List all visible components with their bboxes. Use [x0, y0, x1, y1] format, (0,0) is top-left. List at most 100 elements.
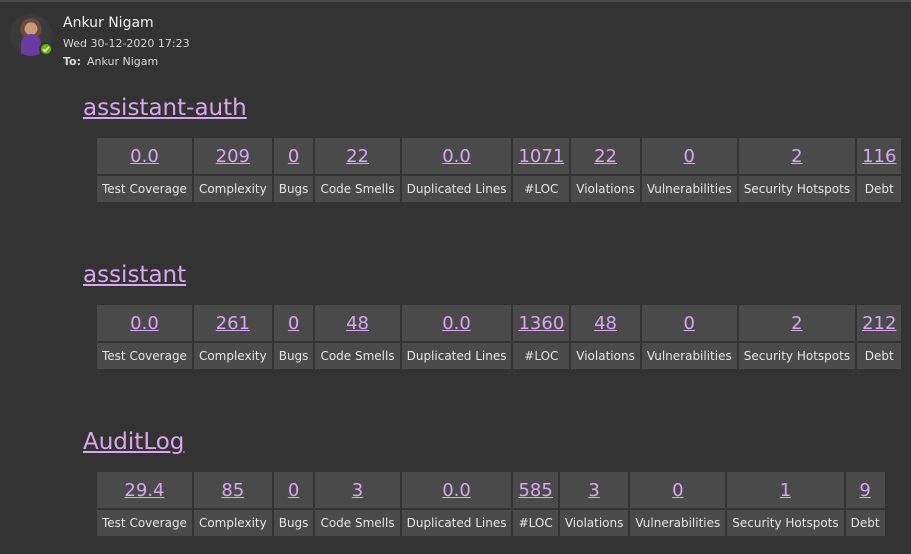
metrics-labels-row: Test Coverage Complexity Bugs Code Smell…	[97, 176, 902, 202]
violations-value-link[interactable]: 48	[594, 313, 617, 334]
bugs-value-link[interactable]: 0	[288, 313, 299, 334]
code-smells-value-link[interactable]: 48	[346, 313, 369, 334]
vulnerabilities-value-link[interactable]: 0	[684, 146, 695, 167]
code-smells-label: Code Smells	[315, 176, 400, 202]
vulnerabilities-label: Vulnerabilities	[641, 176, 737, 202]
project-title-link[interactable]: assistant-auth	[83, 92, 247, 124]
avatar-figure	[21, 34, 41, 56]
metric-value-cell: 0.0	[401, 305, 512, 341]
metrics-values-row: 0.0 209 0 22 0.0 1071 22 0 2 116	[97, 138, 902, 174]
project-section: AuditLog 29.4 85 0 3 0.0 585 3 0 1 9 Tes…	[83, 426, 903, 538]
test-coverage-value-link[interactable]: 0.0	[130, 146, 159, 167]
vulnerabilities-value-link[interactable]: 0	[684, 313, 695, 334]
project-section: assistant-auth 0.0 209 0 22 0.0 1071 22 …	[83, 92, 903, 204]
violations-label: Violations	[571, 343, 640, 369]
metric-value-cell: 85	[193, 472, 272, 508]
complexity-value-link[interactable]: 209	[216, 146, 250, 167]
test-coverage-label: Test Coverage	[97, 510, 192, 536]
security-hotspots-value-link[interactable]: 2	[791, 313, 802, 334]
complexity-label: Complexity	[193, 176, 272, 202]
metric-value-cell: 2	[738, 138, 856, 174]
duplicated-lines-value-link[interactable]: 0.0	[442, 146, 471, 167]
metric-value-cell: 0.0	[401, 472, 512, 508]
metrics-table: 0.0 209 0 22 0.0 1071 22 0 2 116 Test Co…	[95, 136, 903, 204]
bugs-value-link[interactable]: 0	[288, 480, 299, 501]
metric-value-cell: 2	[738, 305, 856, 341]
metric-value-cell: 1360	[513, 305, 570, 341]
loc-label: #LOC	[513, 510, 558, 536]
metric-value-cell: 0	[630, 472, 726, 508]
security-hotspots-value-link[interactable]: 2	[791, 146, 802, 167]
complexity-value-link[interactable]: 261	[216, 313, 250, 334]
vulnerabilities-label: Vulnerabilities	[641, 343, 737, 369]
security-hotspots-label: Security Hotspots	[727, 510, 844, 536]
metric-value-cell: 1	[727, 472, 844, 508]
metric-value-cell: 3	[559, 472, 629, 508]
metric-value-cell: 29.4	[97, 472, 192, 508]
complexity-label: Complexity	[193, 343, 272, 369]
metric-value-cell: 0	[641, 138, 737, 174]
duplicated-lines-value-link[interactable]: 0.0	[442, 313, 471, 334]
email-body: assistant-auth 0.0 209 0 22 0.0 1071 22 …	[83, 92, 903, 538]
test-coverage-value-link[interactable]: 0.0	[130, 313, 159, 334]
loc-value-link[interactable]: 1071	[518, 146, 564, 167]
metric-value-cell: 116	[857, 138, 902, 174]
violations-label: Violations	[559, 510, 629, 536]
loc-label: #LOC	[513, 176, 570, 202]
metrics-values-row: 29.4 85 0 3 0.0 585 3 0 1 9	[97, 472, 885, 508]
security-hotspots-label: Security Hotspots	[738, 176, 856, 202]
debt-label: Debt	[857, 343, 902, 369]
metric-value-cell: 48	[571, 305, 640, 341]
metric-value-cell: 0	[273, 305, 314, 341]
sent-date: Wed 30-12-2020 17:23	[63, 37, 190, 50]
test-coverage-value-link[interactable]: 29.4	[124, 480, 164, 501]
metric-value-cell: 22	[315, 138, 400, 174]
code-smells-value-link[interactable]: 3	[352, 480, 363, 501]
metric-value-cell: 0	[273, 138, 314, 174]
vulnerabilities-value-link[interactable]: 0	[672, 480, 683, 501]
metrics-values-row: 0.0 261 0 48 0.0 1360 48 0 2 212	[97, 305, 902, 341]
recipient-line: To: Ankur Nigam	[63, 55, 158, 68]
metrics-table: 0.0 261 0 48 0.0 1360 48 0 2 212 Test Co…	[95, 303, 903, 371]
metrics-labels-row: Test Coverage Complexity Bugs Code Smell…	[97, 510, 885, 536]
project-title-link[interactable]: assistant	[83, 259, 186, 291]
metric-value-cell: 212	[857, 305, 902, 341]
sender-name[interactable]: Ankur Nigam	[63, 15, 154, 31]
debt-value-link[interactable]: 212	[862, 313, 896, 334]
violations-value-link[interactable]: 3	[588, 480, 599, 501]
metric-value-cell: 209	[193, 138, 272, 174]
test-coverage-label: Test Coverage	[97, 343, 192, 369]
violations-value-link[interactable]: 22	[594, 146, 617, 167]
duplicated-lines-value-link[interactable]: 0.0	[442, 480, 471, 501]
security-hotspots-value-link[interactable]: 1	[780, 480, 791, 501]
debt-value-link[interactable]: 116	[862, 146, 896, 167]
metric-value-cell: 0.0	[97, 305, 192, 341]
metric-value-cell: 0.0	[97, 138, 192, 174]
recipient-name[interactable]: Ankur Nigam	[87, 55, 158, 68]
loc-value-link[interactable]: 585	[518, 480, 552, 501]
metrics-labels-row: Test Coverage Complexity Bugs Code Smell…	[97, 343, 902, 369]
complexity-value-link[interactable]: 85	[221, 480, 244, 501]
metrics-table: 29.4 85 0 3 0.0 585 3 0 1 9 Test Coverag…	[95, 470, 887, 538]
window-top-border	[0, 0, 911, 2]
debt-value-link[interactable]: 9	[859, 480, 870, 501]
debt-label: Debt	[857, 176, 902, 202]
metric-value-cell: 261	[193, 305, 272, 341]
metric-value-cell: 9	[845, 472, 885, 508]
vulnerabilities-label: Vulnerabilities	[630, 510, 726, 536]
bugs-value-link[interactable]: 0	[288, 146, 299, 167]
metric-value-cell: 3	[315, 472, 400, 508]
loc-label: #LOC	[513, 343, 570, 369]
bugs-label: Bugs	[273, 343, 314, 369]
bugs-label: Bugs	[273, 176, 314, 202]
code-smells-value-link[interactable]: 22	[346, 146, 369, 167]
metric-value-cell: 48	[315, 305, 400, 341]
presence-available-icon	[39, 42, 53, 56]
project-title-link[interactable]: AuditLog	[83, 426, 184, 458]
to-label: To:	[63, 55, 81, 68]
metric-value-cell: 0	[641, 305, 737, 341]
code-smells-label: Code Smells	[315, 343, 400, 369]
loc-value-link[interactable]: 1360	[518, 313, 564, 334]
